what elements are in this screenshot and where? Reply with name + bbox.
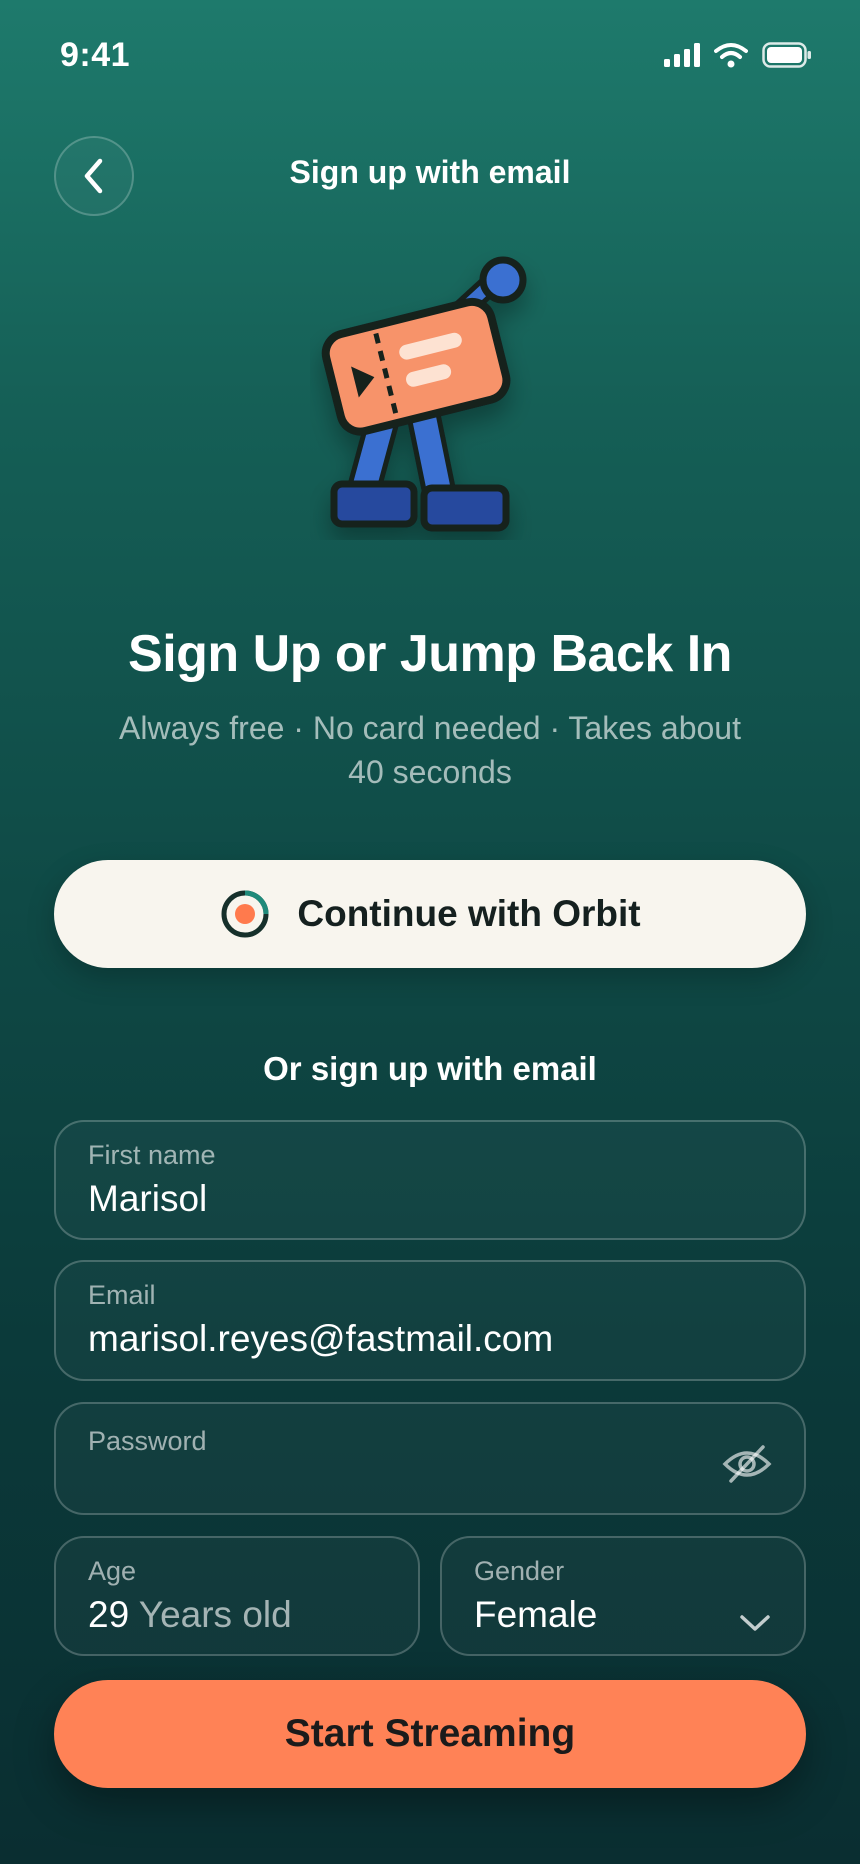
hero-subtitle: Always free · No card needed · Takes abo… [119, 710, 741, 790]
battery-icon [762, 42, 811, 68]
age-field[interactable]: Age 29 Years old [54, 1536, 420, 1656]
page-title: Sign up with email [289, 154, 571, 190]
password-field[interactable]: Password [54, 1402, 806, 1515]
password-label: Password [88, 1426, 207, 1456]
gender-label: Gender [474, 1556, 565, 1586]
email-value[interactable]: marisol.reyes@fastmail.com [88, 1318, 553, 1360]
continue-with-orbit-label: Continue with Orbit [297, 893, 641, 934]
wifi-icon [714, 43, 748, 68]
start-streaming-button[interactable]: Start Streaming [54, 1680, 806, 1788]
chevron-down-icon [740, 1615, 770, 1631]
first-name-value[interactable]: Marisol [88, 1178, 207, 1220]
start-streaming-label: Start Streaming [284, 1712, 576, 1755]
status-bar: 9:41 [0, 0, 860, 116]
status-time: 9:41 [60, 36, 131, 74]
age-label: Age [88, 1556, 137, 1586]
orbit-logo-icon [221, 890, 269, 938]
email-field[interactable]: Email marisol.reyes@fastmail.com [54, 1260, 806, 1381]
age-unit: Years old [138, 1594, 292, 1635]
continue-with-orbit-button[interactable]: Continue with Orbit [54, 860, 806, 968]
gender-value: Female [474, 1594, 598, 1635]
hero-title: Sign Up or Jump Back In [128, 625, 732, 683]
eye-off-icon [722, 1445, 772, 1483]
cellular-signal-icon [664, 43, 700, 67]
email-divider-text: Or sign up with email [263, 1050, 597, 1087]
age-value-wrapper[interactable]: 29 Years old [88, 1594, 292, 1636]
first-name-label: First name [88, 1140, 216, 1170]
first-name-field[interactable]: First name Marisol [54, 1120, 806, 1240]
age-value: 29 [88, 1594, 130, 1635]
email-label: Email [88, 1280, 156, 1310]
status-icons [664, 42, 812, 68]
gender-select[interactable]: Gender Female [440, 1536, 806, 1656]
password-visibility-toggle[interactable] [720, 1442, 774, 1486]
ticket-mascot-illustration [321, 256, 527, 532]
